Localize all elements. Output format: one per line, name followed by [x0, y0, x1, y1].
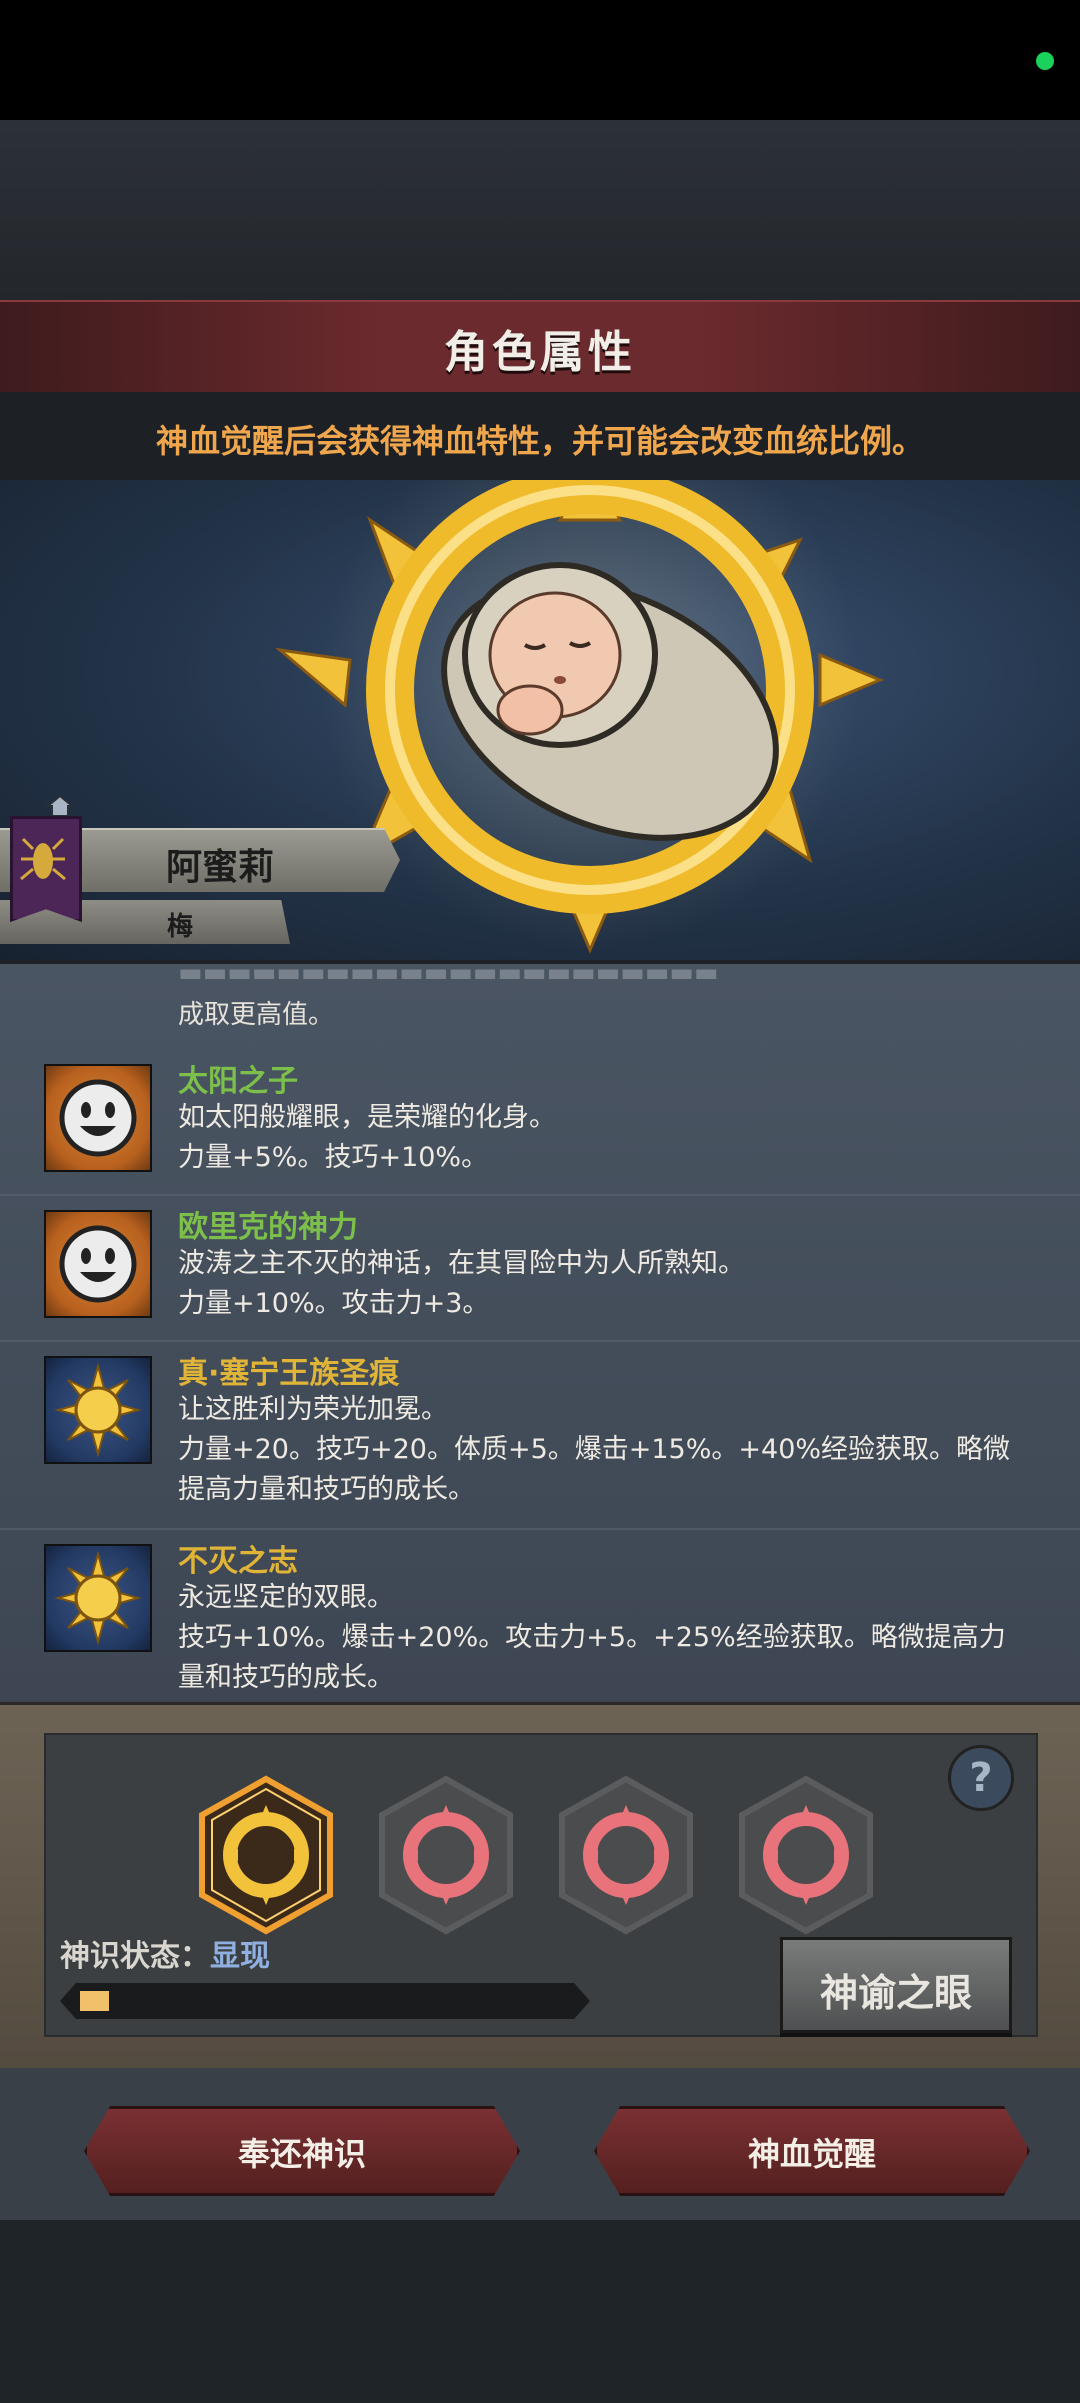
trait-effect: 力量+10%。攻击力+3。 [178, 1288, 490, 1319]
smile-icon [44, 1064, 152, 1172]
status-bar [0, 0, 1080, 120]
progress-fill [80, 1991, 110, 2011]
trait-name: 不灭之志 [178, 1544, 298, 1579]
trait-description: 让这胜利为荣光加冕。 [178, 1394, 448, 1425]
sun-ring-icon [559, 1775, 693, 1935]
character-subtitle: 梅 [166, 912, 193, 942]
previous-trait-tail: 成取更高值。 [178, 1000, 335, 1030]
trait-item[interactable]: 太阳之子 如太阳般耀眼，是荣耀的化身。 力量+5%。技巧+10%。 [0, 1050, 1080, 1196]
divine-blood-awaken-button[interactable]: 神血觉醒 [594, 2106, 1030, 2196]
trait-effect: 力量+5%。技巧+10%。 [178, 1142, 489, 1173]
trait-list[interactable]: ▬▬▬▬▬▬▬▬▬▬▬▬▬▬▬▬▬▬▬▬▬▬ 成取更高值。 太阳之子 如太阳般耀… [0, 960, 1080, 1706]
family-banner-icon [10, 816, 82, 922]
divine-status-label: 神识状态： [60, 1939, 210, 1974]
sun-ring-icon [199, 1775, 333, 1935]
trait-item[interactable]: 欧里克的神力 波涛之主不灭的神话，在其冒险中为人所熟知。 力量+10%。攻击力+… [0, 1196, 1080, 1342]
divine-slot-locked[interactable] [376, 1775, 516, 1935]
page-title: 角色属性 [444, 327, 636, 378]
trait-effect: 力量+20。技巧+20。体质+5。爆击+15%。+40%经验获取。略微提高力量和… [178, 1434, 1011, 1505]
divine-sense-panel: ? 神识状态： 显现 神谕之眼 [0, 1702, 1080, 2071]
bottom-backdrop [0, 2220, 1080, 2403]
recording-indicator [1036, 52, 1054, 70]
oracle-eye-button[interactable]: 神谕之眼 [780, 1937, 1012, 2033]
awaken-button-label: 神血觉醒 [747, 2135, 876, 2173]
character-nameplate: 阿蜜莉 梅 [0, 794, 420, 958]
sun-ring-icon [739, 1775, 873, 1935]
divine-progress-bar [60, 1983, 590, 2019]
trait-description: 波涛之主不灭的神话，在其冒险中为人所熟知。 [178, 1248, 745, 1279]
hint-band: 神血觉醒后会获得神血特性，并可能会改变血统比例。 [0, 392, 1080, 480]
trait-name: 真·塞宁王族圣痕 [178, 1356, 400, 1391]
return-divine-sense-button[interactable]: 奉还神识 [84, 2106, 520, 2196]
action-bar: 奉还神识 神血觉醒 [0, 2068, 1080, 2220]
trait-item[interactable]: 不灭之志 永远坚定的双眼。 技巧+10%。爆击+20%。攻击力+5。+25%经验… [0, 1530, 1080, 1706]
sun-icon [44, 1356, 152, 1464]
cutoff-text-line: ▬▬▬▬▬▬▬▬▬▬▬▬▬▬▬▬▬▬▬▬▬▬ [178, 960, 719, 988]
help-button[interactable]: ? [948, 1745, 1014, 1811]
divine-slot-active[interactable] [196, 1775, 336, 1935]
title-banner: 角色属性 [0, 300, 1080, 396]
return-button-label: 奉还神识 [237, 2135, 366, 2173]
divine-slot-locked[interactable] [736, 1775, 876, 1935]
trait-name: 太阳之子 [178, 1064, 298, 1099]
top-backdrop [0, 120, 1080, 300]
trait-effect: 技巧+10%。爆击+20%。攻击力+5。+25%经验获取。略微提高力量和技巧的成… [178, 1622, 1006, 1693]
trait-item[interactable]: 真·塞宁王族圣痕 让这胜利为荣光加冕。 力量+20。技巧+20。体质+5。爆击+… [0, 1342, 1080, 1530]
trait-description: 永远坚定的双眼。 [178, 1582, 394, 1613]
sun-ring-icon [379, 1775, 513, 1935]
trait-description: 如太阳般耀眼，是荣耀的化身。 [178, 1102, 556, 1133]
trait-name: 欧里克的神力 [178, 1210, 358, 1245]
sun-icon [44, 1544, 152, 1652]
hint-text: 神血觉醒后会获得神血特性，并可能会改变血统比例。 [155, 422, 924, 460]
divine-sense-box: ? 神识状态： 显现 神谕之眼 [44, 1733, 1038, 2037]
smile-icon [44, 1210, 152, 1318]
home-icon [46, 794, 74, 817]
divine-status-value: 显现 [210, 1939, 270, 1974]
character-name: 阿蜜莉 [165, 847, 274, 888]
oracle-eye-label: 神谕之眼 [819, 1971, 972, 2015]
divine-slot-locked[interactable] [556, 1775, 696, 1935]
